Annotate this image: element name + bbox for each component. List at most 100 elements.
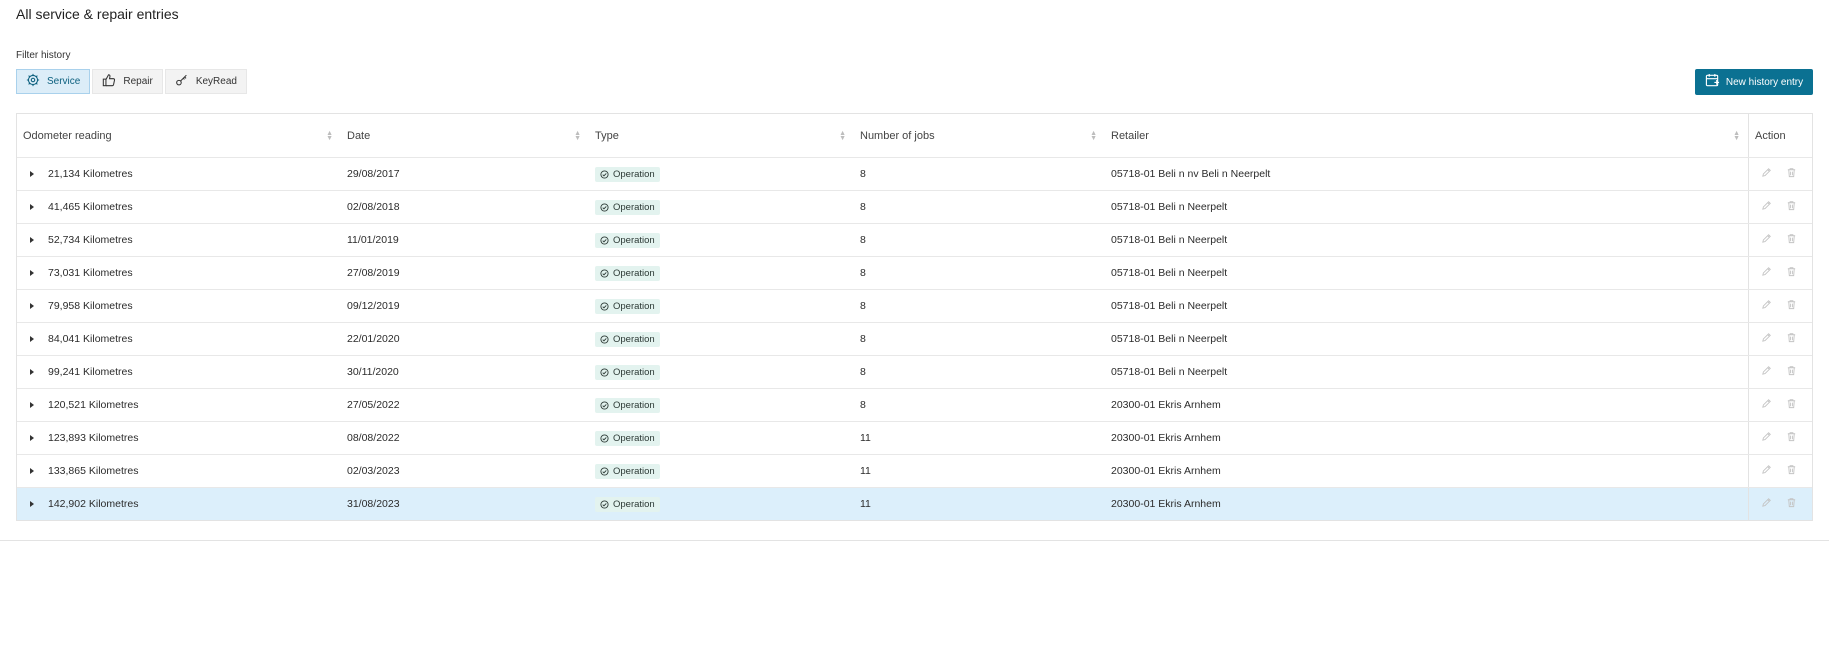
- check-circle-icon: [600, 301, 609, 311]
- table-row[interactable]: 79,958 Kilometres 09/12/2019 Operation 8…: [17, 289, 1812, 322]
- edit-pencil-icon[interactable]: [1761, 365, 1772, 379]
- delete-trash-icon[interactable]: [1786, 200, 1797, 214]
- retailer-cell: 05718-01 Beli n Neerpelt: [1105, 224, 1748, 256]
- odometer-value: 99,241 Kilometres: [48, 366, 133, 378]
- column-header-jobs[interactable]: Number of jobs ▲ ▼: [854, 114, 1105, 157]
- edit-pencil-icon[interactable]: [1761, 431, 1772, 445]
- delete-trash-icon[interactable]: [1786, 167, 1797, 181]
- filter-service-button[interactable]: Service: [16, 69, 91, 94]
- type-cell: Operation: [589, 488, 854, 520]
- edit-pencil-icon[interactable]: [1761, 299, 1772, 313]
- table-row[interactable]: 21,134 Kilometres 29/08/2017 Operation 8…: [17, 157, 1812, 190]
- edit-pencil-icon[interactable]: [1761, 266, 1772, 280]
- column-header-retailer[interactable]: Retailer ▲ ▼: [1105, 114, 1748, 157]
- date-cell: 02/08/2018: [341, 191, 589, 223]
- edit-pencil-icon[interactable]: [1761, 200, 1772, 214]
- filter-keyread-button[interactable]: KeyRead: [164, 69, 247, 94]
- odometer-value: 84,041 Kilometres: [48, 333, 133, 345]
- edit-pencil-icon[interactable]: [1761, 398, 1772, 412]
- type-cell: Operation: [589, 356, 854, 388]
- jobs-cell: 11: [854, 488, 1105, 520]
- expand-caret-icon[interactable]: [30, 369, 34, 375]
- delete-trash-icon[interactable]: [1786, 299, 1797, 313]
- column-header-label: Date: [347, 129, 371, 142]
- table-row[interactable]: 142,902 Kilometres 31/08/2023 Operation …: [17, 487, 1812, 520]
- delete-trash-icon[interactable]: [1786, 365, 1797, 379]
- table-row[interactable]: 123,893 Kilometres 08/08/2022 Operation …: [17, 421, 1812, 454]
- action-cell: [1748, 389, 1812, 421]
- action-cell: [1748, 191, 1812, 223]
- edit-pencil-icon[interactable]: [1761, 167, 1772, 181]
- date-cell: 30/11/2020: [341, 356, 589, 388]
- expand-caret-icon[interactable]: [30, 468, 34, 474]
- delete-trash-icon[interactable]: [1786, 431, 1797, 445]
- retailer-value: 05718-01 Beli n Neerpelt: [1111, 333, 1228, 345]
- odometer-value: 133,865 Kilometres: [48, 465, 139, 477]
- odometer-cell: 41,465 Kilometres: [17, 191, 341, 223]
- expand-caret-icon[interactable]: [30, 303, 34, 309]
- delete-trash-icon[interactable]: [1786, 464, 1797, 478]
- date-value: 27/05/2022: [347, 399, 400, 411]
- expand-caret-icon[interactable]: [30, 501, 34, 507]
- column-header-odometer[interactable]: Odometer reading ▲ ▼: [17, 114, 341, 157]
- expand-caret-icon[interactable]: [30, 270, 34, 276]
- delete-trash-icon[interactable]: [1786, 233, 1797, 247]
- column-header-label: Action: [1755, 129, 1786, 142]
- retailer-value: 05718-01 Beli n Neerpelt: [1111, 201, 1228, 213]
- check-circle-icon: [600, 466, 609, 476]
- table-row[interactable]: 73,031 Kilometres 27/08/2019 Operation 8…: [17, 256, 1812, 289]
- type-badge: Operation: [595, 166, 660, 182]
- table-row[interactable]: 99,241 Kilometres 30/11/2020 Operation 8…: [17, 355, 1812, 388]
- type-value: Operation: [613, 399, 655, 411]
- odometer-cell: 84,041 Kilometres: [17, 323, 341, 355]
- check-circle-icon: [600, 235, 609, 245]
- type-badge: Operation: [595, 397, 660, 413]
- retailer-cell: 05718-01 Beli n Neerpelt: [1105, 356, 1748, 388]
- new-history-entry-button[interactable]: New history entry: [1695, 69, 1813, 95]
- expand-caret-icon[interactable]: [30, 204, 34, 210]
- date-value: 30/11/2020: [347, 366, 399, 378]
- expand-caret-icon[interactable]: [30, 402, 34, 408]
- edit-pencil-icon[interactable]: [1761, 332, 1772, 346]
- type-value: Operation: [613, 498, 655, 510]
- type-cell: Operation: [589, 422, 854, 454]
- expand-caret-icon[interactable]: [30, 237, 34, 243]
- expand-caret-icon[interactable]: [30, 336, 34, 342]
- expand-caret-icon[interactable]: [30, 435, 34, 441]
- delete-trash-icon[interactable]: [1786, 398, 1797, 412]
- table-row[interactable]: 84,041 Kilometres 22/01/2020 Operation 8…: [17, 322, 1812, 355]
- action-cell: [1748, 356, 1812, 388]
- expand-caret-icon[interactable]: [30, 171, 34, 177]
- retailer-value: 20300-01 Ekris Arnhem: [1111, 498, 1221, 510]
- retailer-cell: 05718-01 Beli n Neerpelt: [1105, 191, 1748, 223]
- column-header-date[interactable]: Date ▲ ▼: [341, 114, 589, 157]
- table-row[interactable]: 133,865 Kilometres 02/03/2023 Operation …: [17, 454, 1812, 487]
- retailer-value: 05718-01 Beli n Neerpelt: [1111, 366, 1228, 378]
- thumbs-up-icon: [102, 73, 116, 90]
- action-cell: [1748, 257, 1812, 289]
- delete-trash-icon[interactable]: [1786, 332, 1797, 346]
- table-row[interactable]: 52,734 Kilometres 11/01/2019 Operation 8…: [17, 223, 1812, 256]
- filter-repair-button[interactable]: Repair: [92, 69, 163, 94]
- table-row[interactable]: 41,465 Kilometres 02/08/2018 Operation 8…: [17, 190, 1812, 223]
- column-header-type[interactable]: Type ▲ ▼: [589, 114, 854, 157]
- type-cell: Operation: [589, 389, 854, 421]
- type-badge: Operation: [595, 331, 660, 347]
- odometer-value: 120,521 Kilometres: [48, 399, 139, 411]
- edit-pencil-icon[interactable]: [1761, 233, 1772, 247]
- filter-keyread-label: KeyRead: [195, 76, 237, 87]
- date-cell: 02/03/2023: [341, 455, 589, 487]
- check-circle-icon: [600, 367, 609, 377]
- delete-trash-icon[interactable]: [1786, 497, 1797, 511]
- sort-icon: ▲ ▼: [574, 129, 581, 142]
- date-value: 02/08/2018: [347, 201, 400, 213]
- table-row[interactable]: 120,521 Kilometres 27/05/2022 Operation …: [17, 388, 1812, 421]
- jobs-value: 8: [860, 399, 866, 411]
- retailer-value: 05718-01 Beli n Neerpelt: [1111, 234, 1228, 246]
- jobs-cell: 11: [854, 422, 1105, 454]
- delete-trash-icon[interactable]: [1786, 266, 1797, 280]
- action-cell: [1748, 455, 1812, 487]
- edit-pencil-icon[interactable]: [1761, 464, 1772, 478]
- jobs-cell: 8: [854, 290, 1105, 322]
- edit-pencil-icon[interactable]: [1761, 497, 1772, 511]
